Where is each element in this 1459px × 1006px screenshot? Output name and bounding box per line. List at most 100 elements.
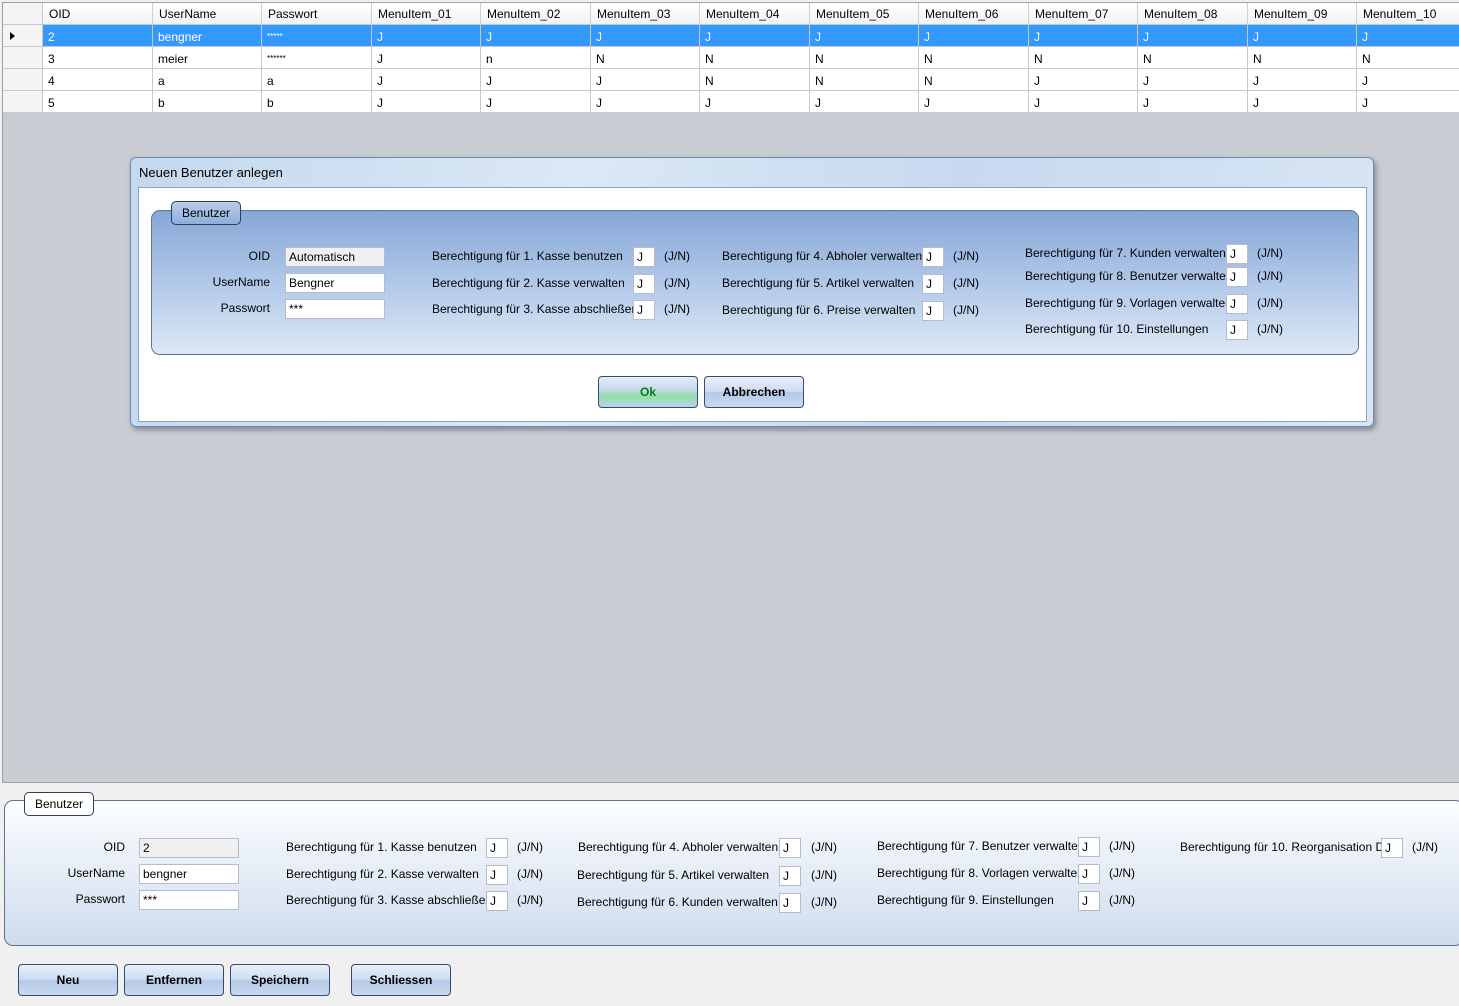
cell-username[interactable]: meier (153, 47, 262, 69)
panel-perm-2-field[interactable]: J (486, 865, 508, 885)
cell-menuitem-07[interactable]: N (1029, 47, 1138, 69)
cell-menuitem-03[interactable]: N (591, 47, 700, 69)
row-header[interactable] (3, 47, 43, 69)
dialog-perm-1-field[interactable]: J (633, 247, 655, 267)
cell-menuitem-09[interactable]: J (1248, 91, 1357, 113)
dialog-perm-2-field[interactable]: J (633, 274, 655, 294)
cell-menuitem-01[interactable]: J (372, 91, 481, 113)
cell-menuitem-06[interactable]: J (919, 25, 1029, 47)
cell-menuitem-09[interactable]: N (1248, 47, 1357, 69)
table-row[interactable]: 3 meier ****** Jn N N N N N N N N (43, 47, 1459, 69)
cell-menuitem-06[interactable]: N (919, 47, 1029, 69)
table-row[interactable]: 5bbJJJJJJJJJJ (43, 91, 1459, 113)
cell-menuitem-04[interactable]: J (700, 25, 810, 47)
cell-menuitem-10[interactable]: J (1357, 25, 1459, 47)
dialog-perm-6-field[interactable]: J (922, 301, 944, 321)
row-header-selected[interactable] (3, 25, 43, 47)
column-header-menuitem-05[interactable]: MenuItem_05 (810, 3, 919, 25)
cell-menuitem-08[interactable]: J (1138, 69, 1248, 91)
dialog-username-field[interactable]: Bengner (285, 273, 385, 293)
row-header[interactable] (3, 91, 43, 113)
new-button[interactable]: Neu (18, 964, 118, 996)
cell-oid[interactable]: 4 (43, 69, 153, 91)
column-header-menuitem-07[interactable]: MenuItem_07 (1029, 3, 1138, 25)
cell-menuitem-08[interactable]: J (1138, 91, 1248, 113)
cell-menuitem-09[interactable]: J (1248, 25, 1357, 47)
cell-menuitem-02[interactable]: J (481, 69, 591, 91)
cell-menuitem-01[interactable]: J (372, 69, 481, 91)
dialog-perm-4-field[interactable]: J (922, 247, 944, 267)
cell-menuitem-03[interactable]: J (591, 69, 700, 91)
cell-menuitem-10[interactable]: J (1357, 69, 1459, 91)
cell-menuitem-01[interactable]: J (372, 25, 481, 47)
column-header-passwort[interactable]: Passwort (262, 3, 372, 25)
row-header[interactable] (3, 69, 43, 91)
cell-menuitem-05[interactable]: J (810, 91, 919, 113)
panel-perm-5-field[interactable]: J (779, 866, 801, 886)
column-header-menuitem-08[interactable]: MenuItem_08 (1138, 3, 1248, 25)
dialog-perm-8-field[interactable]: J (1226, 267, 1248, 287)
column-header-menuitem-09[interactable]: MenuItem_09 (1248, 3, 1357, 25)
panel-perm-1-field[interactable]: J (486, 838, 508, 858)
cell-menuitem-08[interactable]: N (1138, 47, 1248, 69)
panel-password-field[interactable]: *** (139, 890, 239, 910)
table-row[interactable]: 2 bengner ***** J J J J J J J J J J (43, 25, 1459, 47)
cell-menuitem-10[interactable]: N (1357, 47, 1459, 69)
column-header-username[interactable]: UserName (153, 3, 262, 25)
column-header-menuitem-01[interactable]: MenuItem_01 (372, 3, 481, 25)
cell-passwort[interactable]: b (262, 91, 372, 113)
dialog-perm-5-field[interactable]: J (922, 274, 944, 294)
cell-passwort[interactable]: a (262, 69, 372, 91)
panel-perm-4-field[interactable]: J (779, 838, 801, 858)
cell-oid[interactable]: 2 (43, 25, 153, 47)
panel-perm-6-field[interactable]: J (779, 893, 801, 913)
cell-menuitem-07[interactable]: J (1029, 91, 1138, 113)
dialog-perm-10-field[interactable]: J (1226, 320, 1248, 340)
panel-perm-7-field[interactable]: J (1078, 837, 1100, 857)
dialog-perm-7-field[interactable]: J (1226, 244, 1248, 264)
column-header-menuitem-06[interactable]: MenuItem_06 (919, 3, 1029, 25)
cell-menuitem-07[interactable]: J (1029, 69, 1138, 91)
cell-menuitem-06[interactable]: N (919, 69, 1029, 91)
cell-menuitem-04[interactable]: N (700, 69, 810, 91)
cell-oid[interactable]: 3 (43, 47, 153, 69)
cell-menuitem-02[interactable]: n (481, 47, 591, 69)
dialog-perm-3-field[interactable]: J (633, 300, 655, 320)
cell-menuitem-05[interactable]: N (810, 69, 919, 91)
save-button[interactable]: Speichern (230, 964, 330, 996)
cell-username[interactable]: a (153, 69, 262, 91)
cell-menuitem-10[interactable]: J (1357, 91, 1459, 113)
cell-passwort[interactable]: ****** (262, 47, 372, 69)
cell-menuitem-06[interactable]: J (919, 91, 1029, 113)
cell-menuitem-07[interactable]: J (1029, 25, 1138, 47)
cell-menuitem-04[interactable]: N (700, 47, 810, 69)
column-header-oid[interactable]: OID (43, 3, 153, 25)
cell-menuitem-05[interactable]: J (810, 25, 919, 47)
panel-username-field[interactable]: bengner (139, 864, 239, 884)
cell-passwort[interactable]: ***** (262, 25, 372, 47)
column-header-menuitem-10[interactable]: MenuItem_10 (1357, 3, 1459, 25)
cell-username[interactable]: bengner (153, 25, 262, 47)
column-header-menuitem-02[interactable]: MenuItem_02 (481, 3, 591, 25)
panel-perm-8-field[interactable]: J (1078, 864, 1100, 884)
dialog-password-field[interactable]: *** (285, 299, 385, 319)
cell-menuitem-01[interactable]: J (372, 47, 481, 69)
column-header-menuitem-04[interactable]: MenuItem_04 (700, 3, 810, 25)
cell-oid[interactable]: 5 (43, 91, 153, 113)
panel-perm-9-field[interactable]: J (1078, 891, 1100, 911)
dialog-ok-button[interactable]: Ok (598, 376, 698, 408)
column-header-menuitem-03[interactable]: MenuItem_03 (591, 3, 700, 25)
remove-button[interactable]: Entfernen (124, 964, 224, 996)
cell-menuitem-05[interactable]: N (810, 47, 919, 69)
cell-menuitem-08[interactable]: J (1138, 25, 1248, 47)
table-row[interactable]: 4aaJJJNNNJJJJ (43, 69, 1459, 91)
dialog-perm-9-field[interactable]: J (1226, 294, 1248, 314)
cell-username[interactable]: b (153, 91, 262, 113)
cell-menuitem-03[interactable]: J (591, 25, 700, 47)
cell-menuitem-03[interactable]: J (591, 91, 700, 113)
cell-menuitem-09[interactable]: J (1248, 69, 1357, 91)
cell-menuitem-04[interactable]: J (700, 91, 810, 113)
dialog-cancel-button[interactable]: Abbrechen (704, 376, 804, 408)
cell-menuitem-02[interactable]: J (481, 25, 591, 47)
panel-perm-3-field[interactable]: J (486, 891, 508, 911)
